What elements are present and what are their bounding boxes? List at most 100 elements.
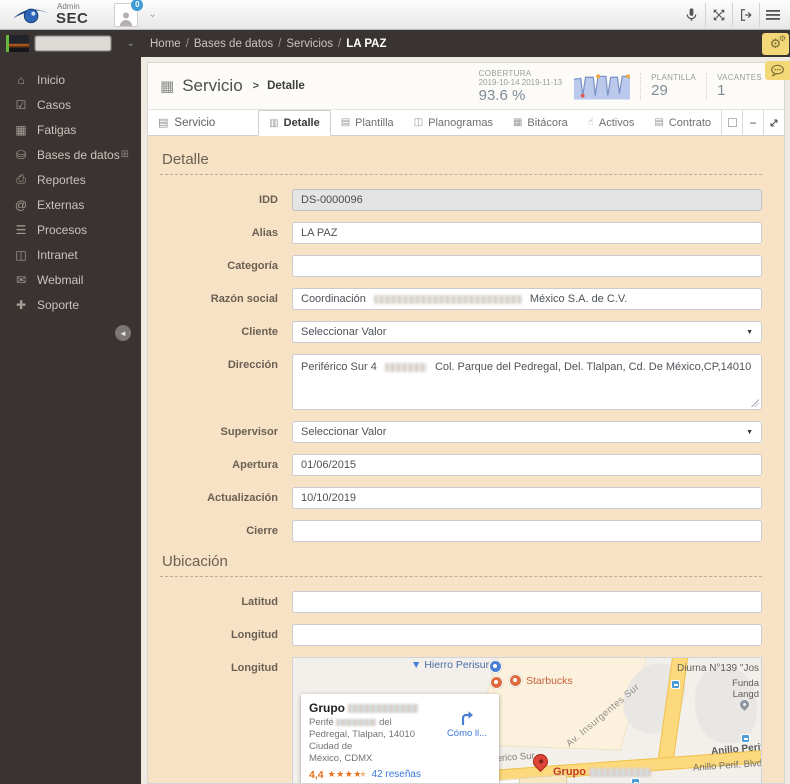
apertura-field[interactable] [292,454,762,476]
map-card-reviews-link[interactable]: 42 reseñas [371,769,420,780]
book-icon: ◫ [413,117,424,128]
tab-label: Bitácora [527,116,568,129]
minus-icon: − [749,115,757,130]
sign-out-button[interactable] [732,2,759,27]
select-caret-icon: ▼ [746,328,753,336]
cobertura-sparkline [572,71,640,101]
sidebar-item-fatigas[interactable]: ▦ Fatigas [0,117,141,142]
redacted-text [348,704,419,714]
tab-planogramas[interactable]: ◫ Planogramas [404,110,503,135]
map-label-diurna: Diurna N°139 "Jos [676,663,759,674]
star-rating-icon: ★★★★★ [327,769,368,779]
sidebar-item-inicio[interactable]: ⌂ Inicio [0,67,141,92]
sidebar-user[interactable]: ⌄ [0,30,141,57]
direccion-textarea[interactable]: Periférico Sur 4 Col. Parque del Pedrega… [292,354,762,410]
razon-social-prefix: Coordinación [301,293,366,305]
poi-marker-orange[interactable] [490,676,503,689]
vacantes-label: VACANTES [717,73,762,82]
sidebar-item-procesos[interactable]: ☰ Procesos [0,217,141,242]
latitud-field[interactable] [292,591,762,613]
tab-plantilla[interactable]: ▤ Plantilla [331,110,404,135]
chat-bubble-button[interactable] [765,61,790,80]
tab-contrato[interactable]: ▤ Contrato [644,110,721,135]
transit-station-icon[interactable] [741,734,750,743]
poi-marker-starbucks[interactable] [509,674,522,687]
actualizacion-field[interactable] [292,487,762,509]
cliente-select[interactable]: Seleccionar Valor ▼ [292,321,762,343]
title-grid-icon: ▦ [160,78,175,95]
sidebar-item-webmail[interactable]: ✉ Webmail [0,267,141,292]
microphone-button[interactable] [678,3,705,27]
alias-field[interactable] [292,222,762,244]
breadcrumb-bases-de-datos[interactable]: Bases de datos [194,38,273,50]
sidebar-item-bases-de-datos[interactable]: ⛁ Bases de datos ⊞ [0,142,141,167]
poi-marker-blue[interactable] [489,660,502,673]
tab-activos[interactable]: ☝ Activos [578,110,645,135]
sidebar-user-caret-icon: ⌄ [126,38,135,49]
breadcrumb-servicios[interactable]: Servicios [286,38,333,50]
cierre-field[interactable] [292,520,762,542]
map-label-langd: Langd [732,689,759,700]
file-icon: ▤ [654,117,664,128]
app-logo[interactable]: Admin SEC [4,3,96,26]
columns-icon: ◫ [15,247,27,262]
idd-field[interactable] [292,189,762,211]
title-separator: > [252,80,260,92]
panel-title: ▤ Servicio [158,110,215,135]
sidebar-item-soporte[interactable]: ✚ Soporte [0,292,141,317]
fullscreen-button[interactable] [705,2,732,27]
stat-vacantes: VACANTES 1 [706,73,772,99]
panel-minimize-button[interactable]: − [742,110,763,135]
panel-expand-button[interactable] [763,110,784,135]
tabs-bar: ▤ Servicio ▥ Detalle ▤ Plantilla ◫ Plano… [148,110,784,136]
actualizacion-label: Actualización [207,492,278,504]
page-subtitle: Detalle [267,80,305,92]
print-icon: ⎙ [16,172,26,186]
supervisor-select[interactable]: Seleccionar Valor ▼ [292,421,762,443]
resize-grip[interactable] [751,399,759,407]
menu-button[interactable] [759,2,786,27]
notifications-avatar-button[interactable]: 0 [114,0,144,27]
breadcrumb: Home / Bases de datos / Servicios / LA P… [141,30,790,57]
map-directions-label: Cómo ll... [446,728,488,739]
tab-bitacora[interactable]: ▦ Bitácora [503,110,578,135]
collapse-arrow-icon: ◄ [119,328,127,338]
sidebar-item-intranet[interactable]: ◫ Intranet [0,242,141,267]
categoria-label: Categoría [227,260,278,272]
sidebar-item-casos[interactable]: ☑ Casos [0,92,141,117]
sidebar-item-label: Intranet [37,247,78,262]
panel-title-label: Servicio [174,116,216,129]
longitud-label: Longitud [230,629,278,641]
categoria-field[interactable] [292,255,762,277]
razon-social-field[interactable]: Coordinación México S.A. de C.V. [292,288,762,310]
google-map[interactable]: ▼ Hierro Perisur Starbucks Av. Insurgent… [292,657,762,783]
direccion-label: Dirección [227,359,278,371]
redacted-text [384,362,427,372]
sidebar-item-reportes[interactable]: ⎙ Reportes [0,167,141,192]
sidebar-item-label: Procesos [37,222,88,237]
transit-station-icon[interactable] [631,778,640,783]
map-directions-button[interactable]: Cómo ll... [445,708,489,739]
settings-button[interactable]: ⚙ ⚙ [762,32,789,55]
sidebar-item-label: Webmail [37,272,84,287]
table-icon: ▦ [15,122,27,137]
latitud-label: Latitud [241,596,278,608]
map-label-hierro-perisur: ▼ Hierro Perisur [411,659,490,671]
direccion-prefix: Periférico Sur 4 [301,361,377,373]
cobertura-value: 93.6 % [478,86,526,104]
breadcrumb-home[interactable]: Home [150,38,181,50]
panel-checkbox-button[interactable] [721,110,742,135]
envelope-icon: ✉ [15,272,27,287]
transit-station-icon[interactable] [671,680,680,689]
sidebar-item-label: Bases de datos [37,147,120,162]
user-menu-caret-icon[interactable]: ⌄ [148,9,156,20]
sidebar-item-label: Reportes [37,172,86,187]
sidebar-nav: ⌂ Inicio ☑ Casos ▦ Fatigas ⛁ Bases de da… [0,57,141,349]
longitud-field[interactable] [292,624,762,646]
tab-detalle[interactable]: ▥ Detalle [258,110,331,136]
database-icon: ⛁ [15,147,27,162]
sidebar-collapse-button[interactable]: ◄ [115,325,131,341]
sidebar-item-externas[interactable]: @ Externas [0,192,141,217]
redacted-text [589,767,652,777]
cliente-selected-value: Seleccionar Valor [301,326,387,338]
